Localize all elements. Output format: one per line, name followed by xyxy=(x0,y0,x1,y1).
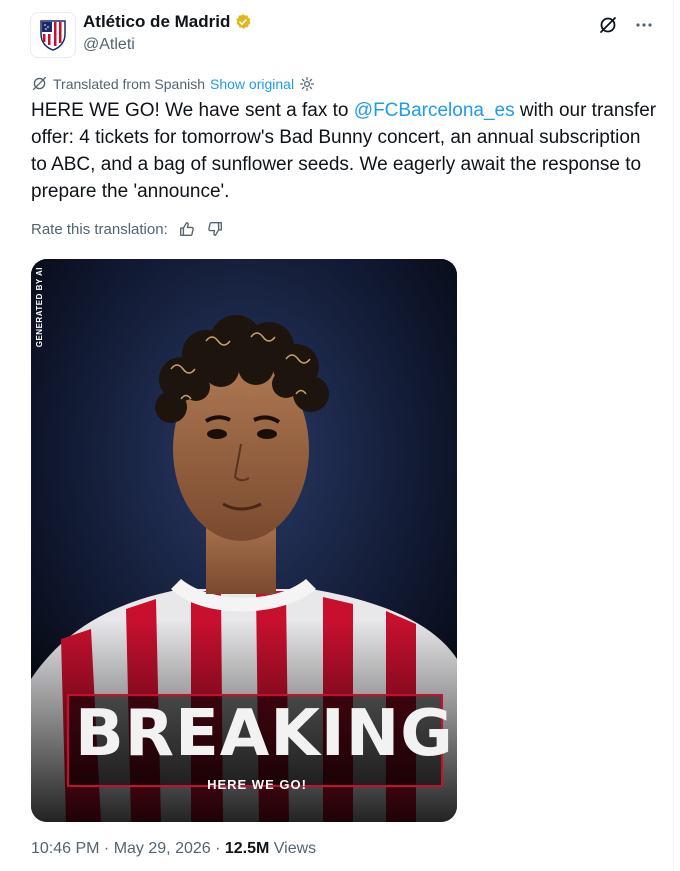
views-label: Views xyxy=(269,840,317,857)
separator-dot: · xyxy=(210,840,225,857)
tweet-text-part1: HERE WE GO! We have sent a fax to xyxy=(31,100,354,121)
tweet-time[interactable]: 10:46 PM xyxy=(31,840,99,857)
atletico-crest-icon xyxy=(40,20,66,51)
tweet-media-image[interactable]: GENERATED BY AI BREAKING HERE WE GO! xyxy=(31,259,457,822)
tweet-meta: 10:46 PM · May 29, 2026 · 12.5M Views xyxy=(31,840,316,858)
rate-translation-row: Rate this translation: xyxy=(31,220,224,238)
views-count[interactable]: 12.5M xyxy=(225,840,269,857)
avatar[interactable] xyxy=(30,12,76,58)
here-we-go-subline: HERE WE GO! xyxy=(207,777,307,792)
thumbs-up-icon[interactable] xyxy=(178,220,196,238)
gear-icon[interactable] xyxy=(299,76,315,92)
display-name[interactable]: Atlético de Madrid xyxy=(83,12,230,32)
tweet-text: HERE WE GO! We have sent a fax to @FCBar… xyxy=(31,97,661,205)
mention-link[interactable]: @FCBarcelona_es xyxy=(354,100,515,121)
grok-icon[interactable] xyxy=(597,14,619,36)
translation-notice: Translated from Spanish Show original xyxy=(31,75,315,92)
tweet-card: Atlético de Madrid @Atleti Translated fr… xyxy=(0,0,674,871)
handle[interactable]: @Atleti xyxy=(83,36,135,54)
rate-label: Rate this translation: xyxy=(31,220,168,238)
more-icon[interactable] xyxy=(633,14,655,36)
separator-dot: · xyxy=(99,840,114,857)
verified-gold-icon[interactable] xyxy=(234,13,252,31)
translated-label: Translated from Spanish xyxy=(53,75,205,92)
generated-by-ai-label: GENERATED BY AI xyxy=(35,267,44,348)
author-name-row: Atlético de Madrid xyxy=(83,12,252,32)
translate-icon xyxy=(32,76,47,91)
show-original-link[interactable]: Show original xyxy=(210,76,294,92)
tweet-actions-top xyxy=(597,14,655,36)
tweet-date[interactable]: May 29, 2026 xyxy=(114,840,211,857)
breaking-headline: BREAKING xyxy=(75,697,454,771)
thumbs-down-icon[interactable] xyxy=(206,220,224,238)
